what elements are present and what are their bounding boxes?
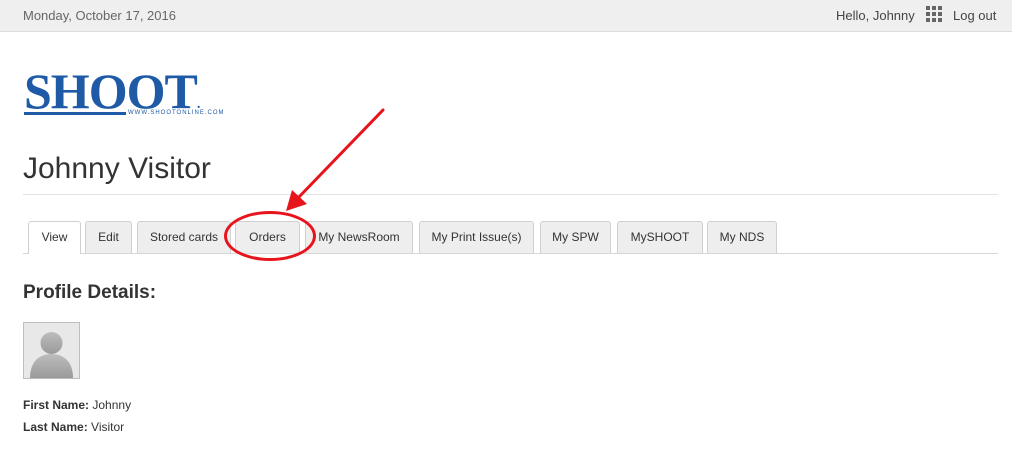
first-name-field: First Name: Johnny	[23, 398, 131, 412]
tab-myshoot[interactable]: MySHOOT	[617, 221, 703, 253]
logo-wordmark: SHOOT.	[24, 63, 200, 119]
last-name-label: Last Name:	[23, 420, 88, 434]
first-name-label: First Name:	[23, 398, 90, 412]
tab-edit[interactable]: Edit	[85, 221, 132, 253]
avatar-placeholder-icon	[23, 322, 80, 379]
first-name-value: Johnny	[92, 398, 132, 412]
tab-my-print-issues[interactable]: My Print Issue(s)	[419, 221, 534, 253]
current-date: Monday, October 17, 2016	[23, 8, 176, 23]
profile-tabs: View Edit Stored cards Orders My NewsRoo…	[23, 221, 998, 254]
shoot-logo[interactable]: SHOOT. WWW.SHOOTONLINE.COM	[24, 66, 236, 120]
user-greeting: Hello, Johnny	[836, 8, 915, 23]
tab-my-spw[interactable]: My SPW	[540, 221, 611, 253]
annotation-arrow-icon	[286, 108, 385, 211]
logo-url: WWW.SHOOTONLINE.COM	[128, 110, 225, 116]
tab-stored-cards[interactable]: Stored cards	[137, 221, 231, 253]
logo-underline	[24, 112, 126, 115]
last-name-field: Last Name: Visitor	[23, 420, 124, 434]
title-divider	[23, 194, 998, 195]
profile-section-title: Profile Details:	[23, 282, 157, 303]
apps-grid-icon[interactable]	[926, 6, 942, 22]
tabs-baseline	[23, 253, 998, 254]
last-name-value: Visitor	[91, 420, 125, 434]
page-title: Johnny Visitor	[23, 152, 211, 185]
annotation-circle	[224, 211, 316, 261]
logout-link[interactable]: Log out	[953, 8, 996, 23]
top-bar: Monday, October 17, 2016 Hello, Johnny L…	[0, 0, 1012, 32]
tab-view[interactable]: View	[28, 221, 81, 254]
tab-my-nds[interactable]: My NDS	[707, 221, 777, 253]
